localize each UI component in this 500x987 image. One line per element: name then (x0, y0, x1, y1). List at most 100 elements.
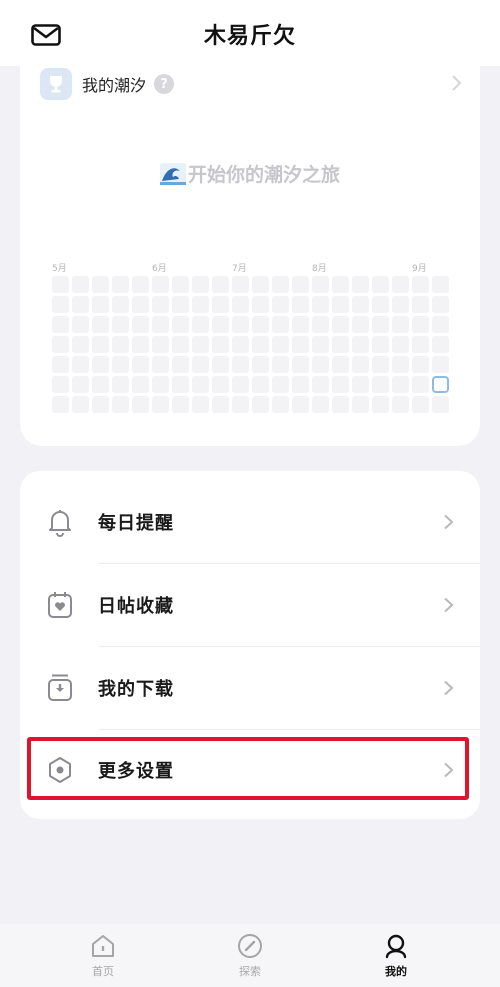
calendar-cell (332, 296, 349, 313)
calendar-cell (72, 316, 89, 333)
compass-icon (238, 934, 262, 958)
calendar-cell (132, 336, 149, 353)
tide-header[interactable]: 我的潮汐 ? (40, 68, 175, 100)
calendar-cell (252, 336, 269, 353)
calendar-cell (112, 296, 129, 313)
calendar-cell (92, 396, 109, 413)
calendar-cell (152, 296, 169, 313)
menu-item-downloads[interactable]: 我的下载 (20, 647, 480, 729)
calendar-cell (412, 336, 429, 353)
calendar-cell (312, 376, 329, 393)
tide-empty-text: 开始你的潮汐之旅 (187, 164, 340, 186)
calendar-cell (112, 316, 129, 333)
calendar-cell (412, 356, 429, 373)
calendar-cell (372, 316, 389, 333)
home-icon (92, 935, 114, 957)
tab-home[interactable]: 首页 (68, 932, 138, 979)
tide-card: 我的潮汐 ? 开始你的潮汐之旅 5月 6月 7月 8月 9月 (20, 56, 480, 446)
calendar-cell (92, 316, 109, 333)
calendar-cell (232, 356, 249, 373)
calendar-cell (152, 336, 169, 353)
calendar-cell (292, 336, 309, 353)
calendar-cell (212, 336, 229, 353)
highlight-annotation (27, 737, 469, 800)
calendar-cell (412, 396, 429, 413)
calendar-cell (72, 356, 89, 373)
calendar-cell (432, 356, 449, 373)
tide-empty-state: 开始你的潮汐之旅 (20, 160, 480, 187)
calendar-cell (92, 276, 109, 293)
calendar-cell (212, 296, 229, 313)
calendar-cell (192, 356, 209, 373)
menu-item-favorites[interactable]: 日帖收藏 (20, 564, 480, 646)
calendar-cell (292, 316, 309, 333)
calendar-cell (112, 376, 129, 393)
calendar-cell (252, 316, 269, 333)
chevron-right-icon[interactable] (450, 74, 462, 92)
tab-explore[interactable]: 探索 (215, 932, 285, 979)
calendar-heart-icon (48, 592, 72, 618)
calendar-cell (172, 276, 189, 293)
calendar-cell (52, 376, 69, 393)
calendar-cell (112, 396, 129, 413)
calendar-cell (72, 296, 89, 313)
calendar-cell (212, 396, 229, 413)
month-labels: 5月 6月 7月 8月 9月 (52, 261, 452, 274)
calendar-cell (72, 276, 89, 293)
calendar-cell (212, 316, 229, 333)
calendar-cell (432, 316, 449, 333)
calendar-cell (192, 316, 209, 333)
menu-item-daily-reminder[interactable]: 每日提醒 (20, 481, 480, 563)
menu-item-label: 日帖收藏 (98, 596, 174, 617)
calendar-cell (52, 276, 69, 293)
calendar-cell (292, 296, 309, 313)
calendar-cell (432, 276, 449, 293)
calendar-cell (392, 296, 409, 313)
month-label: 7月 (232, 264, 247, 274)
tab-me[interactable]: 我的 (361, 932, 431, 979)
calendar-cell (372, 396, 389, 413)
calendar-cell (432, 376, 449, 393)
calendar-cell (332, 316, 349, 333)
calendar-cell (192, 396, 209, 413)
calendar-cell (152, 276, 169, 293)
calendar-cell (232, 376, 249, 393)
tab-label: 首页 (92, 965, 114, 978)
calendar-cell (412, 376, 429, 393)
calendar-cell (232, 396, 249, 413)
calendar-cell (432, 336, 449, 353)
download-icon (48, 674, 72, 701)
month-label: 8月 (312, 264, 327, 274)
calendar-cell (312, 296, 329, 313)
calendar-cell (372, 376, 389, 393)
calendar-cell (92, 376, 109, 393)
calendar-cell (232, 316, 249, 333)
calendar-cell (172, 296, 189, 313)
tide-calendar-grid (52, 276, 452, 413)
calendar-cell (52, 336, 69, 353)
calendar-cell (172, 316, 189, 333)
calendar-cell (412, 316, 429, 333)
tab-label: 我的 (385, 965, 407, 978)
calendar-cell (352, 356, 369, 373)
calendar-cell (392, 396, 409, 413)
menu-item-label: 我的下载 (98, 679, 174, 700)
calendar-cell (332, 396, 349, 413)
calendar-cell (272, 356, 289, 373)
calendar-cell (372, 336, 389, 353)
calendar-cell (72, 376, 89, 393)
calendar-cell (52, 316, 69, 333)
calendar-cell (312, 336, 329, 353)
help-icon[interactable]: ? (154, 74, 175, 94)
calendar-cell (392, 376, 409, 393)
calendar-cell (112, 356, 129, 373)
calendar-cell (312, 396, 329, 413)
calendar-cell (332, 356, 349, 373)
calendar-cell (112, 276, 129, 293)
calendar-cell (252, 356, 269, 373)
calendar-cell (372, 296, 389, 313)
calendar-cell (212, 376, 229, 393)
calendar-cell (132, 296, 149, 313)
calendar-cell (132, 276, 149, 293)
calendar-cell (432, 396, 449, 413)
